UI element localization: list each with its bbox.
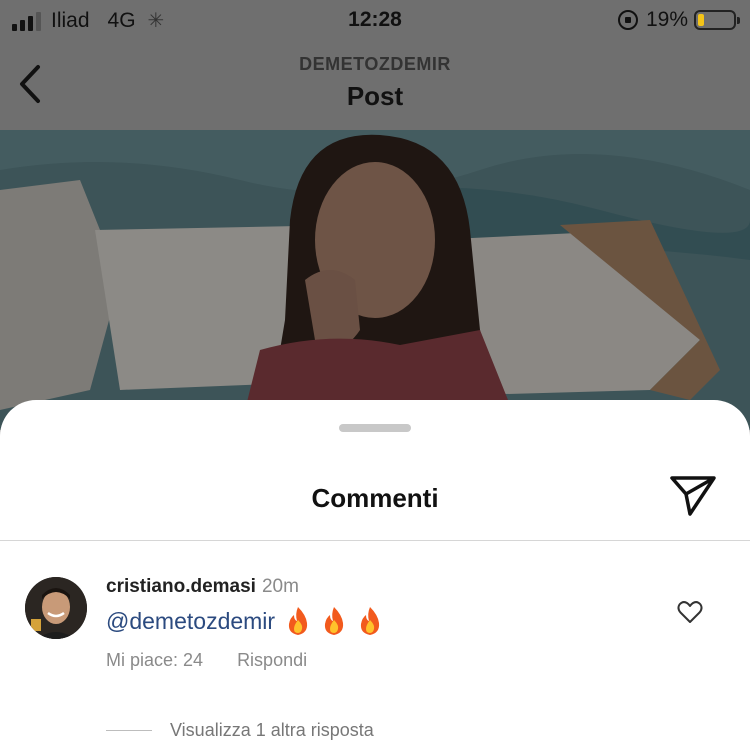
sheet-drag-handle[interactable] xyxy=(339,424,411,432)
view-more-replies-button[interactable]: Visualizza 1 altra risposta xyxy=(106,720,374,741)
comments-sheet: Commenti cristiano.demasi 20m @demetozdem… xyxy=(0,400,750,752)
post-photo[interactable] xyxy=(0,130,750,430)
nav-bar: DEMETOZDEMIR Post xyxy=(0,44,750,130)
post-photo-illustration xyxy=(0,130,750,430)
like-button[interactable] xyxy=(677,600,703,624)
fire-emoji-icon xyxy=(360,607,380,635)
heart-outline-icon xyxy=(677,601,703,623)
battery-icon xyxy=(694,10,740,30)
likes-count[interactable]: Mi piace: 24 xyxy=(106,650,203,671)
mention-link[interactable]: @demetozdemir xyxy=(106,608,275,635)
comment-header: cristiano.demasi 20m xyxy=(106,576,299,598)
avatar[interactable] xyxy=(25,577,87,639)
status-bar: Iliad 4G ✳ 12:28 19% xyxy=(0,0,750,44)
reply-button[interactable]: Rispondi xyxy=(237,650,307,671)
comment-username[interactable]: cristiano.demasi xyxy=(106,576,256,597)
share-button[interactable] xyxy=(668,472,718,518)
battery-level xyxy=(698,14,705,26)
view-more-replies-label: Visualizza 1 altra risposta xyxy=(170,720,374,740)
replies-line xyxy=(106,730,152,731)
battery-percent: 19% xyxy=(645,8,688,31)
divider xyxy=(0,540,750,541)
rotation-lock-icon xyxy=(617,10,638,30)
avatar-photo xyxy=(25,577,87,639)
comment-item: cristiano.demasi 20m @demetozdemir Mi pia… xyxy=(0,570,750,680)
account-name: DEMETOZDEMIR xyxy=(299,54,451,74)
page-title: Post xyxy=(346,81,404,111)
sheet-title: Commenti xyxy=(311,483,439,513)
fire-emoji-icon xyxy=(324,607,344,635)
comment-text: @demetozdemir xyxy=(106,606,383,636)
status-right: 19% xyxy=(617,8,740,32)
comment-time: 20m xyxy=(261,576,299,597)
fire-emoji-icon xyxy=(288,607,308,635)
paper-plane-icon xyxy=(670,476,716,516)
comment-actions: Mi piace: 24 Rispondi xyxy=(106,650,307,671)
